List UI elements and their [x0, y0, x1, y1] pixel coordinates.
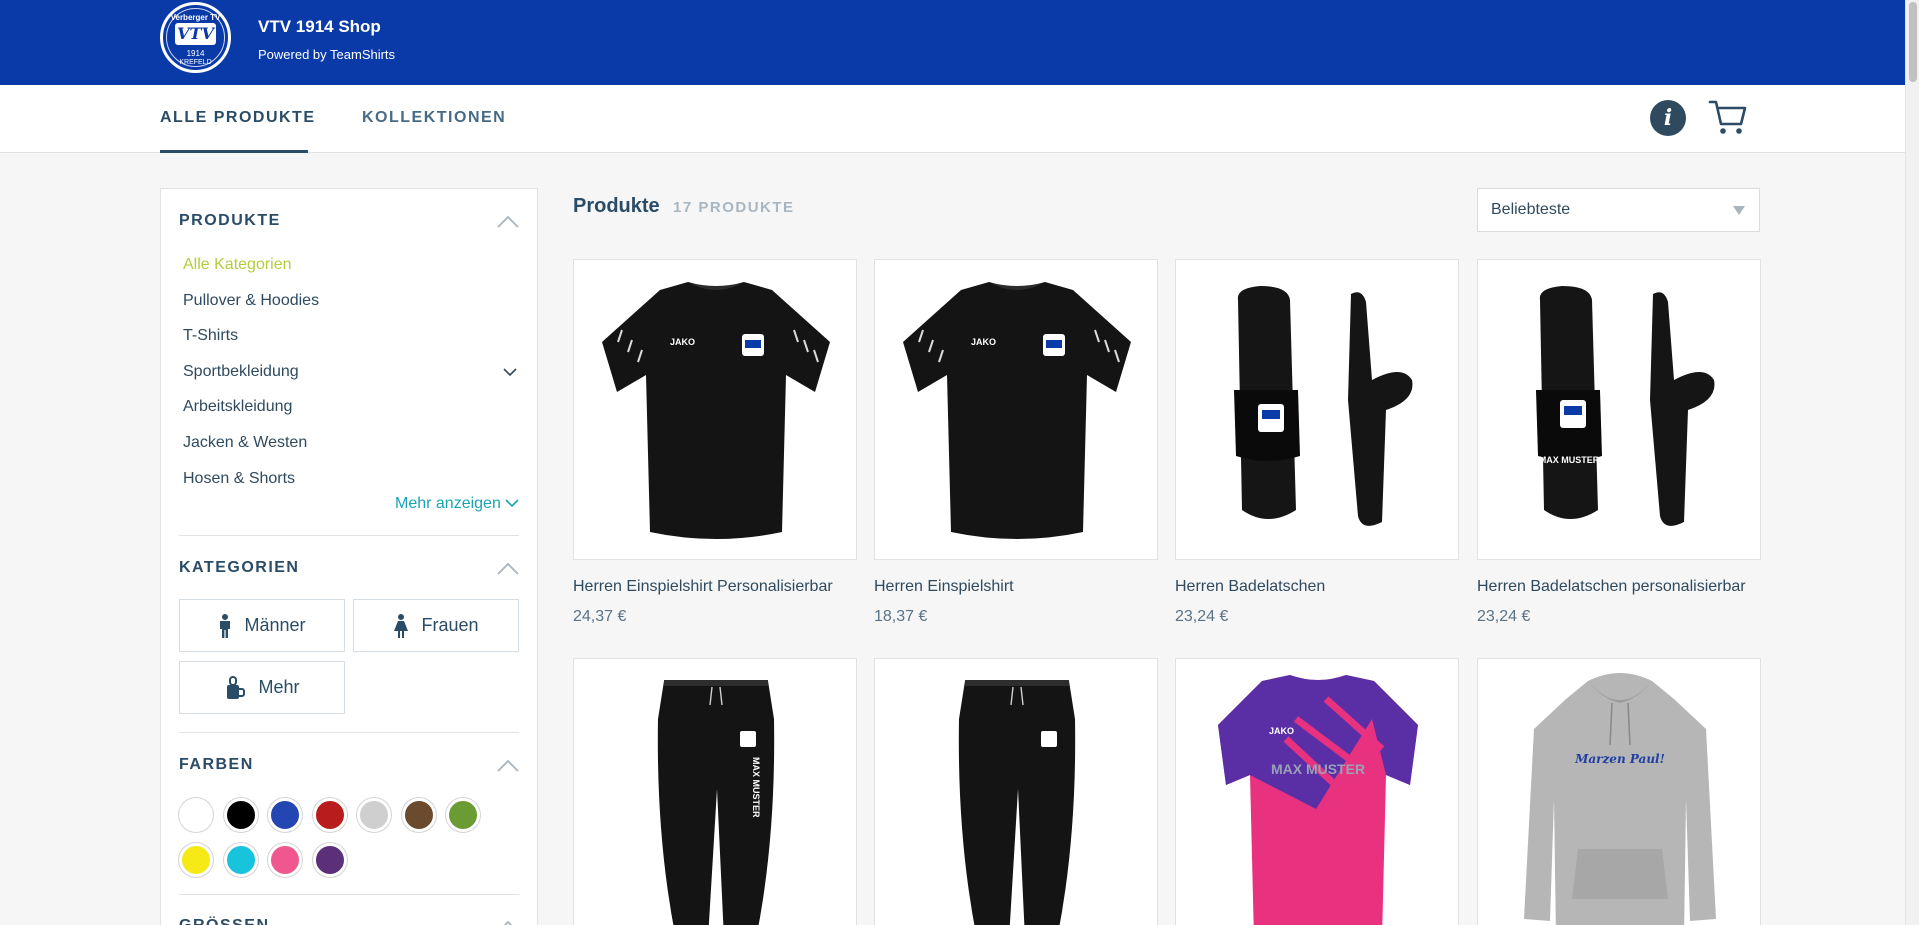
logo-city: KREFELD	[179, 59, 212, 66]
product-name[interactable]: Herren Einspielshirt Personalisierbar	[573, 578, 833, 596]
black-jersey-image: JAKO	[903, 282, 1131, 539]
black-slides-image	[1234, 286, 1413, 526]
product-name[interactable]: Herren Badelatschen personalisierbar	[1477, 578, 1746, 596]
product-card-5[interactable]: MAX MUSTER	[573, 658, 857, 925]
product-card-6[interactable]	[874, 658, 1158, 925]
color-swatch[interactable]	[446, 798, 480, 832]
cart-icon[interactable]	[1708, 98, 1748, 136]
product-card-3[interactable]	[1175, 259, 1459, 560]
black-pants-name-image: MAX MUSTER	[657, 680, 775, 925]
color-swatch[interactable]	[268, 843, 302, 877]
tab-alle-produkte[interactable]: ALLE PRODUKTE	[160, 109, 316, 127]
category-pullover-hoodies[interactable]: Pullover & Hoodies	[183, 292, 319, 310]
product-card-1[interactable]: JAKO	[573, 259, 857, 560]
filter-frauen-button[interactable]: Frauen	[353, 599, 519, 652]
shop-subtitle: Powered by TeamShirts	[258, 47, 396, 62]
color-swatch[interactable]	[179, 798, 213, 832]
logo-mark: VTV	[175, 23, 216, 45]
product-card-4[interactable]: MAX MUSTER	[1477, 259, 1761, 560]
info-icon[interactable]: i	[1650, 100, 1686, 136]
page-scrollbar[interactable]	[1905, 0, 1919, 925]
grey-hoodie-image: Marzen Paul!	[1524, 673, 1716, 925]
section-divider	[179, 732, 519, 733]
category-arbeitskleidung[interactable]: Arbeitskleidung	[183, 398, 292, 416]
color-swatch[interactable]	[401, 798, 436, 832]
chevron-up-icon[interactable]	[497, 216, 519, 228]
sort-selected-value: Beliebteste	[1491, 201, 1571, 218]
produkte-section-title[interactable]: PRODUKTE	[179, 212, 281, 230]
filter-frauen-label: Frauen	[421, 615, 479, 635]
scrollbar-thumb[interactable]	[1909, 2, 1917, 82]
print-text: MAX MUSTER	[1271, 761, 1365, 777]
color-swatch[interactable]	[357, 798, 391, 832]
category-t-shirts[interactable]: T-Shirts	[183, 327, 238, 345]
jako-logo: JAKO	[971, 337, 996, 347]
main-nav: ALLE PRODUKTE KOLLEKTIONEN i	[0, 85, 1919, 153]
category-jacken-westen[interactable]: Jacken & Westen	[183, 434, 307, 452]
female-icon	[394, 613, 409, 638]
logo-year: 1914	[186, 49, 205, 58]
sort-select[interactable]: Beliebteste	[1477, 188, 1760, 232]
filter-mehr-label: Mehr	[258, 677, 300, 697]
color-swatch[interactable]	[223, 843, 258, 877]
black-pants-image	[958, 680, 1076, 925]
male-icon	[220, 613, 231, 638]
products-count: 17 PRODUKTE	[673, 199, 795, 216]
category-sportbekleidung[interactable]: Sportbekleidung	[183, 363, 299, 381]
chevron-down-icon	[505, 499, 519, 508]
accessories-icon	[227, 675, 246, 699]
shop-title: VTV 1914 Shop	[258, 17, 381, 36]
caret-down-icon	[1733, 206, 1745, 215]
jako-logo: JAKO	[670, 337, 695, 347]
color-swatch[interactable]	[268, 798, 302, 832]
color-swatch[interactable]	[312, 843, 347, 877]
product-name[interactable]: Herren Badelatschen	[1175, 578, 1325, 596]
active-tab-indicator	[160, 150, 308, 153]
product-name[interactable]: Herren Einspielshirt	[874, 578, 1014, 596]
print-text: MAX MUSTER	[1539, 455, 1600, 465]
top-header: Verberger TV VTV 1914 KREFELD VTV 1914 S…	[0, 0, 1919, 85]
black-jersey-image: JAKO	[602, 282, 830, 539]
farben-section-title[interactable]: FARBEN	[179, 756, 254, 774]
color-swatch[interactable]	[312, 798, 347, 832]
print-text: MAX MUSTER	[751, 757, 761, 818]
club-logo[interactable]: Verberger TV VTV 1914 KREFELD	[160, 2, 231, 73]
print-text: Marzen Paul!	[1574, 752, 1665, 766]
products-heading: Produkte	[573, 195, 660, 217]
color-swatch[interactable]	[179, 843, 213, 877]
product-card-7[interactable]: JAKO MAX MUSTER	[1175, 658, 1459, 925]
groessen-section-title[interactable]: GRÖSSEN	[179, 917, 270, 925]
jako-logo: JAKO	[1269, 726, 1294, 736]
product-price: 24,37 €	[573, 608, 627, 625]
kategorien-section-title[interactable]: KATEGORIEN	[179, 559, 299, 577]
filter-mehr-button[interactable]: Mehr	[179, 661, 345, 714]
chevron-up-icon[interactable]	[497, 563, 519, 575]
product-price: 18,37 €	[874, 608, 928, 625]
color-swatch[interactable]	[223, 798, 258, 832]
product-card-8[interactable]: Marzen Paul!	[1477, 658, 1761, 925]
show-more-label: Mehr anzeigen	[395, 495, 501, 512]
chevron-down-icon[interactable]	[503, 368, 517, 377]
category-alle-kategorien[interactable]: Alle Kategorien	[183, 256, 292, 274]
show-more-link[interactable]: Mehr anzeigen	[395, 495, 519, 513]
black-slides-name-image: MAX MUSTER	[1536, 286, 1715, 526]
filter-maenner-button[interactable]: Männer	[179, 599, 345, 652]
product-price: 23,24 €	[1477, 608, 1531, 625]
category-hosen-shorts[interactable]: Hosen & Shorts	[183, 470, 295, 488]
chevron-up-icon[interactable]	[497, 760, 519, 772]
filter-sidebar: PRODUKTE Alle Kategorien Pullover & Hood…	[160, 188, 538, 925]
logo-top-text: Verberger TV	[170, 13, 221, 22]
tab-kollektionen[interactable]: KOLLEKTIONEN	[362, 109, 506, 127]
chevron-up-icon[interactable]	[497, 921, 519, 925]
filter-maenner-label: Männer	[244, 615, 306, 635]
section-divider	[179, 535, 519, 536]
product-card-2[interactable]: JAKO	[874, 259, 1158, 560]
product-price: 23,24 €	[1175, 608, 1229, 625]
section-divider	[179, 894, 519, 895]
pink-purple-jersey-image: JAKO MAX MUSTER	[1218, 675, 1418, 925]
